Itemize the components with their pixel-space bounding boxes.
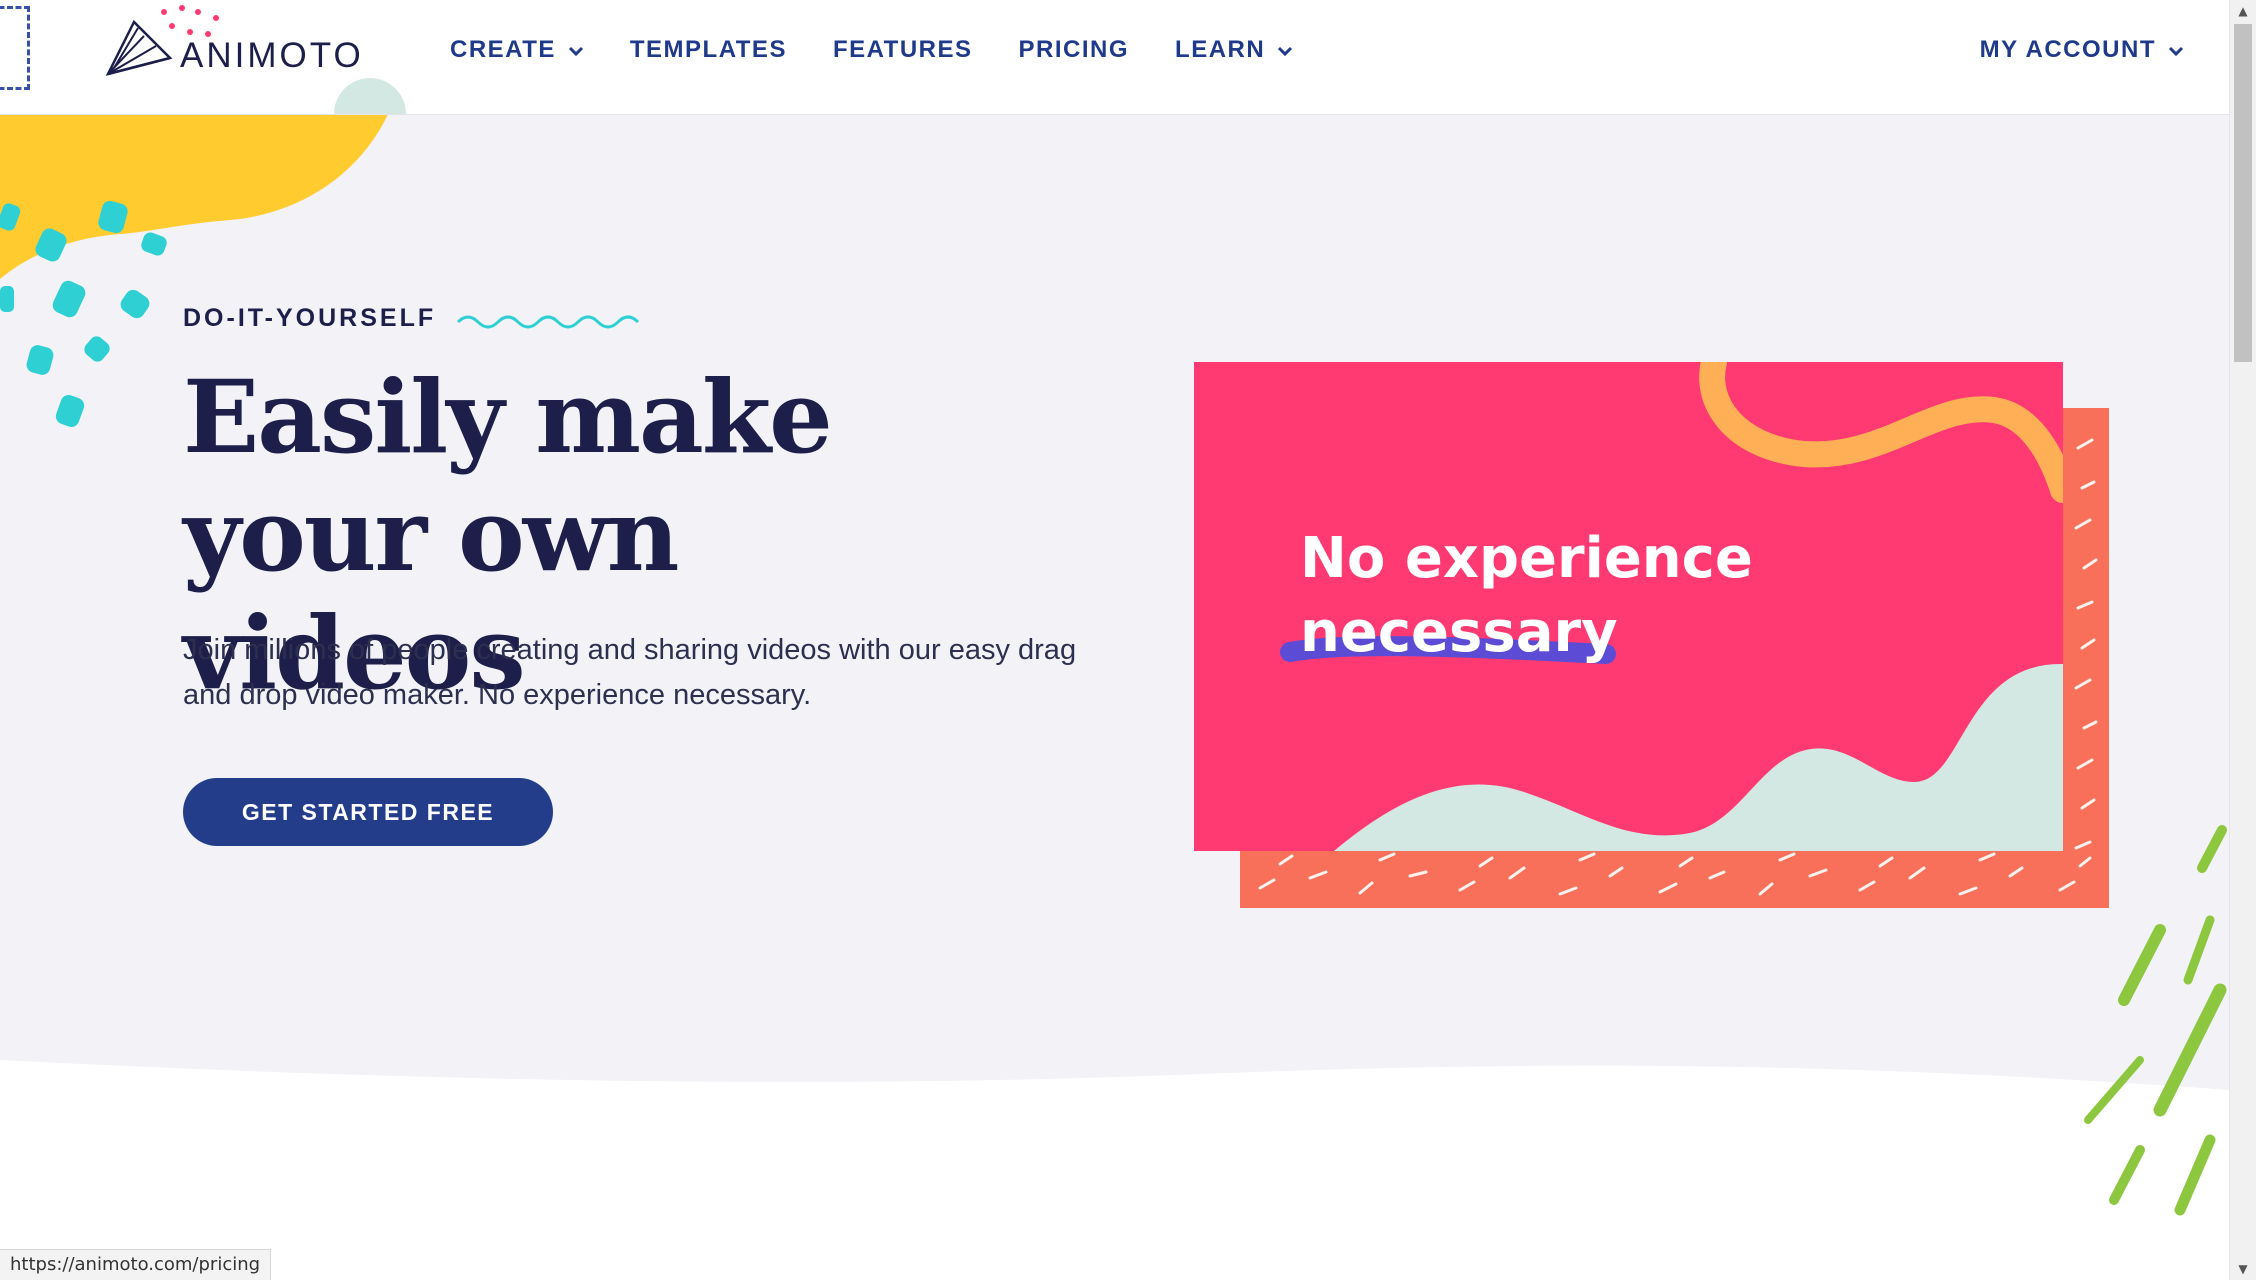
get-started-free-button[interactable]: GET STARTED FREE — [183, 778, 553, 846]
illustration-front-card: No experience necessary — [1194, 362, 2063, 851]
illustration-text: No experience necessary — [1300, 522, 1753, 670]
chevron-down-icon — [568, 36, 584, 64]
nav-item-create[interactable]: CREATE — [450, 36, 584, 64]
logo-confetti-icon — [161, 5, 219, 37]
nav-item-features[interactable]: FEATURES — [833, 36, 973, 64]
nav-label: FEATURES — [832, 36, 973, 63]
nav-item-pricing[interactable]: PRICING — [1019, 36, 1130, 64]
squiggle-icon — [456, 315, 640, 329]
green-strokes-decoration — [2084, 825, 2227, 1216]
nav-label: LEARN — [1175, 36, 1266, 63]
nav-label: PRICING — [1018, 36, 1130, 63]
nav-label: CREATE — [450, 36, 556, 63]
nav-item-learn[interactable]: LEARN — [1175, 36, 1293, 64]
teal-dabs-decoration — [0, 200, 167, 427]
chevron-down-icon — [2168, 36, 2184, 64]
scrollbar-thumb[interactable] — [2234, 24, 2252, 362]
brand-name: ANIMOTO — [180, 36, 364, 75]
nav-item-templates[interactable]: TEMPLATES — [630, 36, 787, 64]
page-scrollbar[interactable]: ▲ ▼ — [2229, 0, 2256, 1280]
status-bar-url: https://animoto.com/pricing — [0, 1249, 272, 1280]
illustration-line-2: necessary — [1300, 600, 1618, 665]
scroll-up-arrow-icon[interactable]: ▲ — [2230, 0, 2256, 22]
hero-subtext: Join millions of people creating and sha… — [183, 634, 1077, 711]
my-account-menu[interactable]: MY ACCOUNT — [1980, 36, 2184, 64]
account-label: MY ACCOUNT — [1979, 36, 2156, 63]
main-nav: CREATE TEMPLATES FEATURES PRICING LEARN — [450, 36, 1339, 64]
lower-section — [0, 1090, 2230, 1280]
nav-label: TEMPLATES — [629, 36, 787, 63]
chevron-down-icon — [1277, 36, 1293, 64]
illustration-line-1: No experience — [1300, 526, 1753, 591]
animoto-logo[interactable]: ANIMOTO — [104, 18, 364, 78]
hero-eyebrow: DO-IT-YOURSELF — [183, 304, 437, 332]
scroll-down-arrow-icon[interactable]: ▼ — [2230, 1258, 2256, 1280]
mint-blob-decoration — [334, 78, 406, 114]
focus-outline-box — [0, 6, 30, 90]
